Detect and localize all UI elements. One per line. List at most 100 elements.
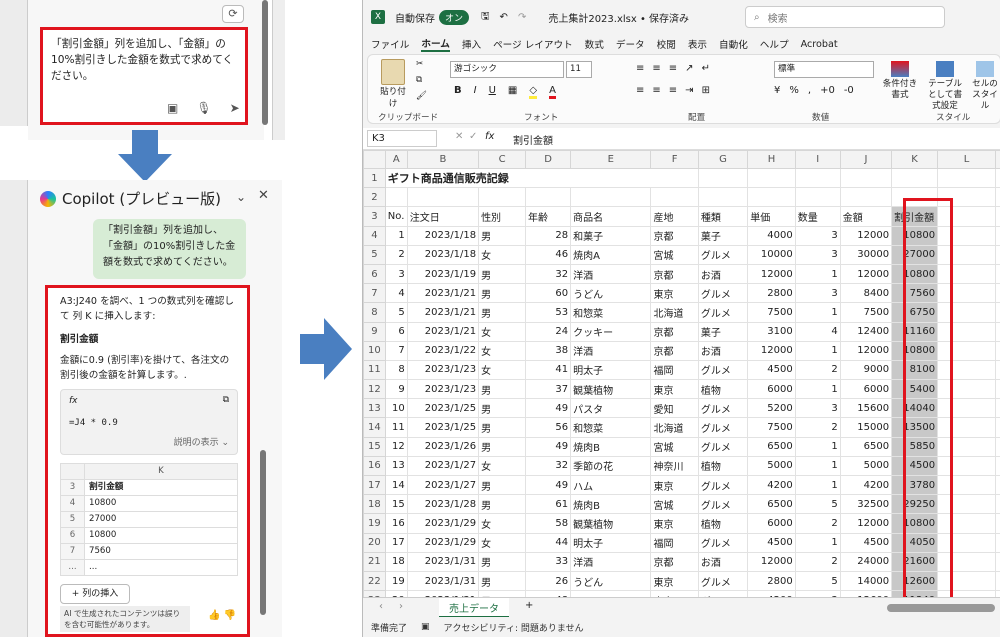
column-header[interactable]: D <box>525 150 572 169</box>
column-header[interactable]: B <box>406 150 480 169</box>
row-header[interactable]: 15 <box>363 436 386 457</box>
table-cell[interactable]: 5200 <box>747 398 796 419</box>
table-cell[interactable]: グルメ <box>697 436 749 457</box>
table-cell[interactable]: 福岡 <box>650 532 699 553</box>
indent-icon[interactable]: ⇥ <box>685 85 693 96</box>
table-cell[interactable]: 10000 <box>747 244 796 265</box>
cell[interactable] <box>697 167 749 189</box>
table-cell[interactable]: クッキー <box>570 321 652 342</box>
table-cell[interactable]: 東京 <box>650 379 699 400</box>
table-cell[interactable]: 東京 <box>650 513 699 534</box>
cell[interactable] <box>995 436 1000 457</box>
scrollbar[interactable] <box>260 450 266 615</box>
table-cell[interactable]: 12 <box>384 436 408 457</box>
cell[interactable] <box>937 225 996 246</box>
table-cell[interactable]: 14000 <box>839 570 893 592</box>
table-cell[interactable]: うどん <box>570 283 652 304</box>
table-cell[interactable]: 32 <box>525 455 572 477</box>
menu-insert[interactable]: 挿入 <box>462 37 481 51</box>
table-cell[interactable]: 11 <box>384 417 408 438</box>
table-cell[interactable]: 京都 <box>650 263 699 285</box>
table-cell[interactable]: 10 <box>384 398 408 419</box>
table-cell[interactable]: 男 <box>478 494 527 515</box>
font-name-select[interactable]: 游ゴシック <box>450 61 564 78</box>
table-cell[interactable]: 観葉植物 <box>570 379 652 400</box>
table-cell[interactable]: 2 <box>794 359 841 381</box>
table-cell[interactable]: 12000 <box>839 513 893 534</box>
table-cell[interactable]: 2023/1/18 <box>406 225 480 246</box>
cell[interactable] <box>937 321 996 342</box>
add-sheet-icon[interactable]: + <box>525 600 533 611</box>
table-cell[interactable]: 7500 <box>747 302 796 323</box>
table-cell[interactable]: 男 <box>478 436 527 457</box>
table-cell[interactable]: 12400 <box>839 321 893 342</box>
table-cell[interactable]: 宮城 <box>650 494 699 515</box>
row-header[interactable]: 4 <box>363 225 386 246</box>
cell[interactable] <box>697 187 749 208</box>
next-sheet-icon[interactable]: › <box>399 601 403 612</box>
undo-icon[interactable]: ↶ <box>500 12 508 23</box>
table-cell[interactable]: 30000 <box>839 244 893 265</box>
table-cell[interactable]: 2800 <box>747 283 796 304</box>
autosave-toggle[interactable]: オン <box>439 9 470 25</box>
table-cell[interactable]: 1 <box>794 532 841 553</box>
table-cell[interactable]: 3 <box>794 225 841 246</box>
table-cell[interactable]: グルメ <box>697 244 749 265</box>
table-cell[interactable]: 1 <box>794 340 841 361</box>
table-cell[interactable]: 12000 <box>839 263 893 285</box>
close-icon[interactable]: ✕ <box>258 188 269 203</box>
column-title[interactable]: 商品名 <box>570 206 652 227</box>
table-cell[interactable]: 32500 <box>839 494 893 515</box>
table-cell[interactable]: 12000 <box>747 340 796 361</box>
table-cell[interactable]: 京都 <box>650 340 699 361</box>
menu-data[interactable]: データ <box>616 37 645 51</box>
menu-help[interactable]: ヘルプ <box>760 37 789 51</box>
table-cell[interactable]: 6750 <box>891 302 939 323</box>
table-cell[interactable]: 菓子 <box>697 321 749 342</box>
wrap-icon[interactable]: ↵ <box>702 63 710 74</box>
copy-icon[interactable]: ⧉ <box>416 75 422 85</box>
row-header[interactable]: 2 <box>363 187 386 208</box>
cell[interactable] <box>995 494 1000 515</box>
table-cell[interactable]: グルメ <box>697 474 749 496</box>
bold-icon[interactable]: B <box>454 85 462 99</box>
formula-content[interactable]: 割引金額 <box>513 132 553 147</box>
table-cell[interactable]: パスタ <box>570 398 652 419</box>
table-cell[interactable]: 1 <box>384 225 408 246</box>
table-cell[interactable]: 男 <box>478 398 527 419</box>
table-cell[interactable]: グルメ <box>697 494 749 515</box>
table-cell[interactable]: 3 <box>794 283 841 304</box>
attach-icon[interactable]: ▣ <box>167 100 178 116</box>
table-cell[interactable]: 3 <box>384 263 408 285</box>
table-format-button[interactable]: テーブルとして書式設定 <box>924 61 966 112</box>
thumbs-down-icon[interactable]: 👎 <box>224 610 236 621</box>
cell[interactable] <box>937 513 996 534</box>
row-header[interactable]: 3 <box>363 206 386 227</box>
table-cell[interactable]: 5850 <box>891 436 939 457</box>
row-header[interactable]: 6 <box>363 263 386 285</box>
cell[interactable] <box>937 532 996 553</box>
table-cell[interactable]: 6000 <box>747 513 796 534</box>
insert-column-button[interactable]: + 列の挿入 <box>60 584 130 604</box>
cell[interactable] <box>995 187 1000 208</box>
table-cell[interactable]: うどん <box>570 570 652 592</box>
table-cell[interactable]: 洋酒 <box>570 551 652 572</box>
decrease-decimal-icon[interactable]: -0 <box>844 85 854 96</box>
table-cell[interactable]: 京都 <box>650 225 699 246</box>
table-cell[interactable]: 27000 <box>891 244 939 265</box>
cell[interactable] <box>937 551 996 572</box>
row-header[interactable]: 16 <box>363 455 386 477</box>
cell[interactable] <box>995 283 1000 304</box>
table-cell[interactable]: 1 <box>794 379 841 400</box>
comma-icon[interactable]: , <box>808 85 811 96</box>
table-cell[interactable]: 3 <box>794 244 841 265</box>
cell[interactable] <box>995 532 1000 553</box>
table-cell[interactable]: 13 <box>384 455 408 477</box>
column-header[interactable]: K <box>891 150 939 169</box>
cell[interactable] <box>937 263 996 285</box>
table-cell[interactable]: 4200 <box>839 474 893 496</box>
align-bottom-icon[interactable]: ≡ <box>669 63 677 74</box>
table-cell[interactable]: 女 <box>478 340 527 361</box>
cell[interactable] <box>995 551 1000 572</box>
cell[interactable] <box>747 167 796 189</box>
